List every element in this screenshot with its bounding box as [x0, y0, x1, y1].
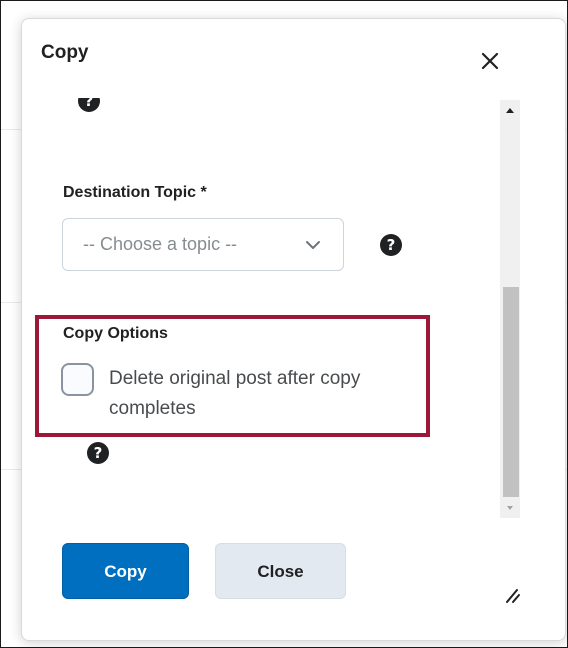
destination-topic-select[interactable]: -- Choose a topic -- [62, 218, 344, 271]
resize-grip-icon[interactable] [503, 586, 521, 604]
copy-button[interactable]: Copy [62, 543, 189, 599]
scrollbar[interactable] [500, 100, 520, 518]
close-icon[interactable] [477, 48, 503, 74]
select-placeholder: -- Choose a topic -- [83, 234, 238, 254]
scrollbar-thumb[interactable] [503, 287, 519, 497]
help-icon[interactable]: ? [87, 442, 109, 464]
delete-original-checkbox-label[interactable]: Delete original post after copy complete… [109, 364, 419, 424]
scroll-up-arrow-icon[interactable] [500, 102, 520, 118]
chevron-down-icon [306, 241, 320, 249]
copy-options-label: Copy Options [63, 325, 168, 342]
scroll-down-arrow-icon[interactable] [500, 500, 520, 516]
help-icon[interactable]: ? [380, 234, 402, 256]
dialog-title: Copy [41, 42, 89, 63]
delete-original-checkbox[interactable] [61, 363, 94, 396]
destination-topic-label: Destination Topic * [63, 184, 207, 201]
close-button[interactable]: Close [215, 543, 346, 599]
